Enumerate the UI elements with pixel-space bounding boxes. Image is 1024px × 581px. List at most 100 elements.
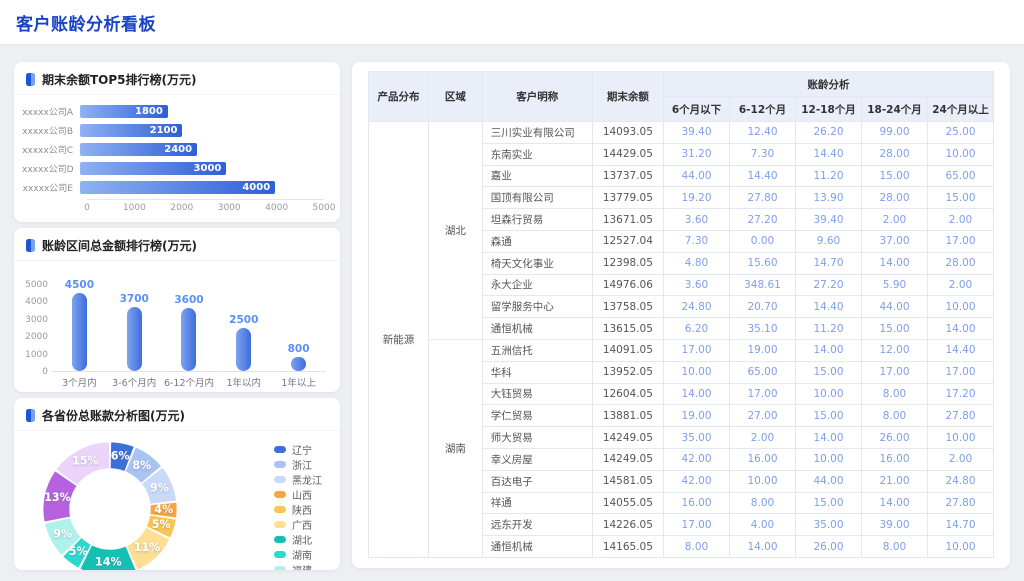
aging-value-cell: 28.00 [928,252,994,274]
aging-value-cell: 12.40 [730,122,796,144]
customer-name-cell: 学仁贸易 [482,405,592,427]
legend-item[interactable]: 陕西 [274,503,322,516]
aging-value-cell: 15.00 [928,187,994,209]
aging-value-cell: 10.00 [664,361,730,383]
donut-percent-label: 5% [152,518,171,531]
aging-value-cell: 16.00 [730,448,796,470]
aging-value-cell: 65.00 [730,361,796,383]
legend-item[interactable]: 山西 [274,488,322,501]
aging-value-cell: 16.00 [664,492,730,514]
aging-x-labels: 3个月内3-6个月内6-12个月内1年以内1年以上 [52,375,326,389]
aging-value-cell: 15.60 [730,252,796,274]
aging-plot-area: 4500370036002500800 [52,269,326,372]
aging-category-label: 1年以内 [216,375,271,389]
page-title: 客户账龄分析看板 [16,10,156,35]
aging-value-cell: 10.00 [928,536,994,558]
balance-cell: 14226.05 [592,514,663,536]
legend-marker-icon [274,491,286,498]
aging-value-cell: 17.00 [928,361,994,383]
aging-value-cell: 0.00 [730,230,796,252]
top5-category-label: xxxxx公司B [22,124,80,137]
aging-value-cell: 15.00 [862,165,928,187]
customer-name-cell: 坦森行贸易 [482,209,592,231]
region-cell: 湖北 [429,122,483,340]
customer-name-cell: 三川实业有限公司 [482,122,592,144]
legend-item[interactable]: 福建 [274,563,322,570]
col-header-region: 区域 [429,72,483,122]
balance-cell: 14165.05 [592,536,663,558]
aging-value-cell: 5.90 [862,274,928,296]
aging-value-cell: 2.00 [928,274,994,296]
legend-marker-icon [274,461,286,468]
aging-value-cell: 12.00 [862,339,928,361]
aging-value-cell: 11.20 [796,318,862,340]
legend-label: 陕西 [292,502,312,517]
legend-label: 山西 [292,487,312,502]
legend-item[interactable]: 湖南 [274,548,322,561]
legend-item[interactable]: 浙江 [274,458,322,471]
aging-value-cell: 8.00 [862,536,928,558]
legend-item[interactable]: 辽宁 [274,443,322,456]
aging-value-cell: 44.00 [796,470,862,492]
top5-bar-chart: xxxxx公司A1800xxxxx公司B2100xxxxx公司C2400xxxx… [14,95,340,197]
aging-value-cell: 26.20 [796,122,862,144]
chart-panel-icon [26,239,35,252]
top5-x-tick: 0 [84,203,90,213]
customer-name-cell: 通恒机械 [482,536,592,558]
col-header-product: 产品分布 [369,72,429,122]
panel-aging-header: 账龄区间总金额排行榜(万元) [14,228,340,261]
aging-y-tick: 2000 [22,332,48,342]
top5-bar-row: xxxxx公司B 2100 [22,121,324,140]
table-body: 新能源湖北三川实业有限公司14093.0539.4012.4026.2099.0… [369,122,994,558]
panel-province-title: 各省份总账款分析图(万元) [42,407,185,424]
aging-bar-column: 4500 [52,279,107,371]
customer-name-cell: 国顶有限公司 [482,187,592,209]
customer-name-cell: 森通 [482,230,592,252]
aging-value-cell: 24.80 [664,296,730,318]
aging-value-cell: 14.00 [928,318,994,340]
aging-value-cell: 37.00 [862,230,928,252]
aging-value-cell: 14.00 [730,536,796,558]
donut-chart-area: 6%8%9%4%5%11%14%5%9%13%15% 辽宁浙江黑龙江山西陕西广西… [14,431,340,570]
aging-value-cell: 27.80 [730,187,796,209]
aging-value-cell: 31.20 [664,143,730,165]
panel-aging-ranges: 账龄区间总金额排行榜(万元) 4500370036002500800 3个月内3… [14,228,340,392]
aging-y-tick: 4000 [22,297,48,307]
top5-bar-value-label: 2100 [150,125,178,136]
aging-value-cell: 2.00 [862,209,928,231]
product-cell: 新能源 [369,122,429,558]
top5-bar-value-label: 4000 [242,182,270,193]
aging-value-cell: 28.00 [862,187,928,209]
customer-name-cell: 大钰贸易 [482,383,592,405]
legend-label: 湖南 [292,547,312,562]
donut-percent-label: 5% [69,545,88,558]
aging-value-cell: 8.00 [862,405,928,427]
customer-name-cell: 嘉业 [482,165,592,187]
customer-name-cell: 永大企业 [482,274,592,296]
top5-bar-value-label: 1800 [135,106,163,117]
aging-value-cell: 17.00 [664,514,730,536]
top5-bar-track: 4000 [80,181,324,194]
aging-value-cell: 44.00 [664,165,730,187]
aging-value-cell: 35.00 [664,427,730,449]
aging-value-cell: 14.40 [796,143,862,165]
aging-value-cell: 3.60 [664,209,730,231]
aging-bar [291,357,306,371]
top5-x-tick: 1000 [123,203,146,213]
aging-bar-value-label: 4500 [65,279,94,291]
donut-percent-label: 8% [132,459,151,472]
aging-bar [236,328,251,372]
aging-value-cell: 17.00 [664,339,730,361]
top5-x-tick: 3000 [218,203,241,213]
legend-item[interactable]: 湖北 [274,533,322,546]
table-row: 湖南五洲信托14091.0517.0019.0014.0012.0014.40 [369,339,994,361]
aging-y-tick: 0 [22,367,48,377]
legend-item[interactable]: 黑龙江 [274,473,322,486]
legend-item[interactable]: 广西 [274,518,322,531]
top5-bar-track: 1800 [80,105,324,118]
aging-value-cell: 99.00 [862,122,928,144]
balance-cell: 12398.05 [592,252,663,274]
col-header-aging: 6个月以下 [664,97,730,122]
balance-cell: 14093.05 [592,122,663,144]
balance-cell: 14581.05 [592,470,663,492]
